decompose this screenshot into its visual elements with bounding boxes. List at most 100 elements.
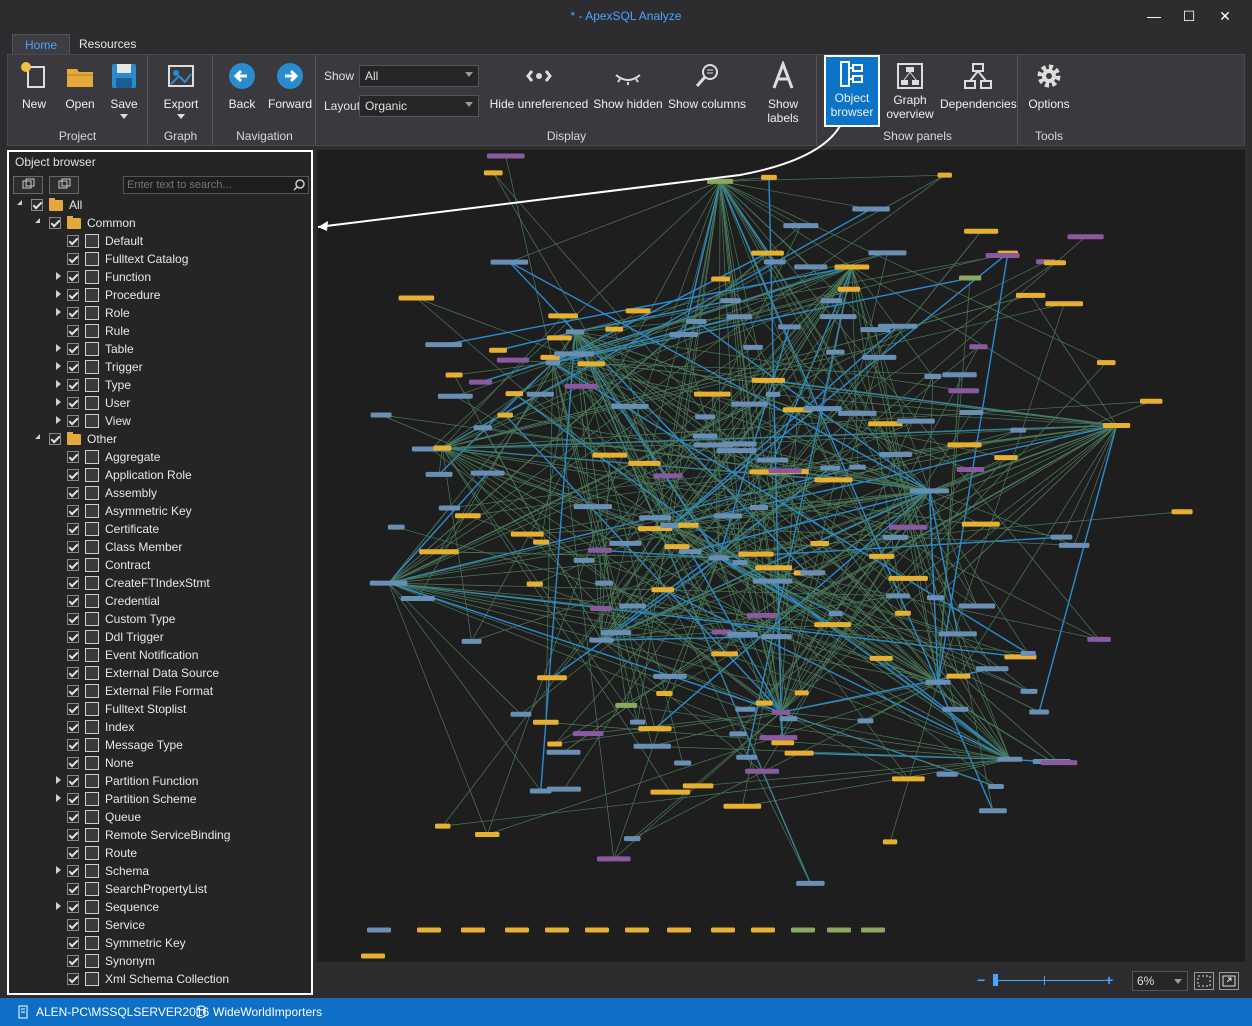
graph-node[interactable] — [510, 531, 544, 537]
tree-checkbox[interactable] — [67, 343, 79, 355]
graph-node[interactable] — [946, 673, 971, 679]
graph-node[interactable] — [827, 927, 851, 933]
graph-node[interactable] — [751, 250, 784, 256]
graph-node[interactable] — [1020, 688, 1038, 694]
graph-node[interactable] — [756, 457, 789, 463]
graph-node[interactable] — [759, 735, 798, 741]
graph-node[interactable] — [861, 927, 885, 933]
graph-node[interactable] — [628, 460, 661, 466]
graph-node[interactable] — [753, 578, 793, 584]
tree-item[interactable]: SearchPropertyList — [9, 880, 309, 898]
expander-open-icon[interactable] — [17, 200, 22, 205]
graph-node[interactable] — [896, 418, 935, 424]
tree-item[interactable]: Credential — [9, 592, 309, 610]
graph-node[interactable] — [755, 700, 773, 706]
graph-node[interactable] — [888, 524, 928, 530]
options-button[interactable]: Options — [1025, 59, 1073, 111]
graph-node[interactable] — [434, 823, 451, 829]
tree-checkbox[interactable] — [67, 937, 79, 949]
graph-node[interactable] — [564, 383, 599, 389]
graph-node[interactable] — [461, 638, 482, 644]
graph-node[interactable] — [611, 403, 649, 409]
tree-item[interactable]: Custom Type — [9, 610, 309, 628]
graph-node[interactable] — [573, 557, 595, 563]
graph-node[interactable] — [828, 611, 843, 617]
graph-node[interactable] — [888, 575, 928, 581]
tree-item[interactable]: None — [9, 754, 309, 772]
tree-checkbox[interactable] — [67, 469, 79, 481]
graph-node[interactable] — [1087, 636, 1111, 642]
zoom-out-button[interactable]: − — [977, 972, 985, 988]
graph-node[interactable] — [1096, 360, 1116, 366]
graph-node[interactable] — [619, 603, 646, 609]
tree-item[interactable]: Aggregate — [9, 448, 309, 466]
expander-closed-icon[interactable] — [56, 380, 61, 388]
graph-node[interactable] — [1050, 534, 1073, 540]
graph-node[interactable] — [956, 466, 985, 472]
graph-node[interactable] — [882, 839, 898, 845]
graph-node[interactable] — [749, 504, 769, 510]
graph-node[interactable] — [738, 551, 774, 557]
graph-node[interactable] — [1102, 422, 1131, 428]
graph-node[interactable] — [1010, 427, 1026, 433]
tree-checkbox[interactable] — [67, 955, 79, 967]
graph-node[interactable] — [879, 451, 913, 457]
graph-node[interactable] — [505, 391, 524, 397]
graph-node[interactable] — [735, 706, 756, 712]
close-button[interactable]: ✕ — [1214, 6, 1236, 26]
graph-node[interactable] — [419, 549, 459, 555]
expander-open-icon[interactable] — [35, 218, 40, 223]
tree-checkbox[interactable] — [67, 451, 79, 463]
graph-node[interactable] — [1045, 301, 1084, 307]
graph-node[interactable] — [869, 553, 895, 559]
graph-node[interactable] — [895, 610, 911, 616]
graph-node[interactable] — [988, 783, 1004, 789]
tree-checkbox[interactable] — [67, 235, 79, 247]
tree-checkbox[interactable] — [67, 325, 79, 337]
graph-node[interactable] — [592, 452, 628, 458]
tree-item[interactable]: Certificate — [9, 520, 309, 538]
tree-checkbox[interactable] — [67, 613, 79, 625]
expander-closed-icon[interactable] — [56, 794, 61, 802]
graph-node[interactable] — [674, 760, 692, 766]
graph-node[interactable] — [814, 477, 853, 483]
graph-node[interactable] — [609, 540, 642, 546]
graph-node[interactable] — [969, 344, 988, 350]
graph-node[interactable] — [761, 634, 792, 640]
graph-node[interactable] — [650, 789, 691, 795]
graph-node[interactable] — [470, 470, 505, 476]
graph-node[interactable] — [926, 595, 944, 601]
graph-node[interactable] — [784, 750, 814, 756]
graph-node[interactable] — [438, 505, 461, 511]
tree-item[interactable]: Function — [9, 268, 309, 286]
zoom-slider-thumb[interactable] — [993, 974, 998, 986]
tree-checkbox[interactable] — [67, 379, 79, 391]
expander-closed-icon[interactable] — [56, 902, 61, 910]
graph-node[interactable] — [800, 570, 826, 576]
graph-node[interactable] — [765, 391, 781, 397]
graph-node[interactable] — [794, 264, 828, 270]
tree-item[interactable]: Symmetric Key — [9, 934, 309, 952]
graph-node[interactable] — [573, 504, 612, 510]
graph-node[interactable] — [490, 259, 529, 265]
graph-node[interactable] — [437, 393, 473, 399]
tree-item[interactable]: Synonym — [9, 952, 309, 970]
tree-checkbox[interactable] — [67, 901, 79, 913]
graph-node[interactable] — [726, 314, 753, 320]
graph-node[interactable] — [942, 372, 977, 378]
graph-node[interactable] — [1139, 398, 1163, 404]
graph-node[interactable] — [639, 515, 672, 521]
graph-node[interactable] — [505, 927, 529, 933]
expander-closed-icon[interactable] — [56, 362, 61, 370]
graph-node[interactable] — [711, 276, 730, 282]
hide-unreferenced-button[interactable]: Hide unreferenced — [489, 59, 589, 111]
graph-node[interactable] — [985, 252, 1020, 258]
tree-item[interactable]: Ddl Trigger — [9, 628, 309, 646]
expander-closed-icon[interactable] — [56, 308, 61, 316]
graph-node[interactable] — [1020, 650, 1036, 656]
graph-node[interactable] — [653, 473, 683, 479]
graph-node[interactable] — [924, 374, 942, 380]
graph-node[interactable] — [585, 927, 609, 933]
graph-node[interactable] — [975, 666, 1009, 672]
graph-node[interactable] — [367, 927, 391, 933]
